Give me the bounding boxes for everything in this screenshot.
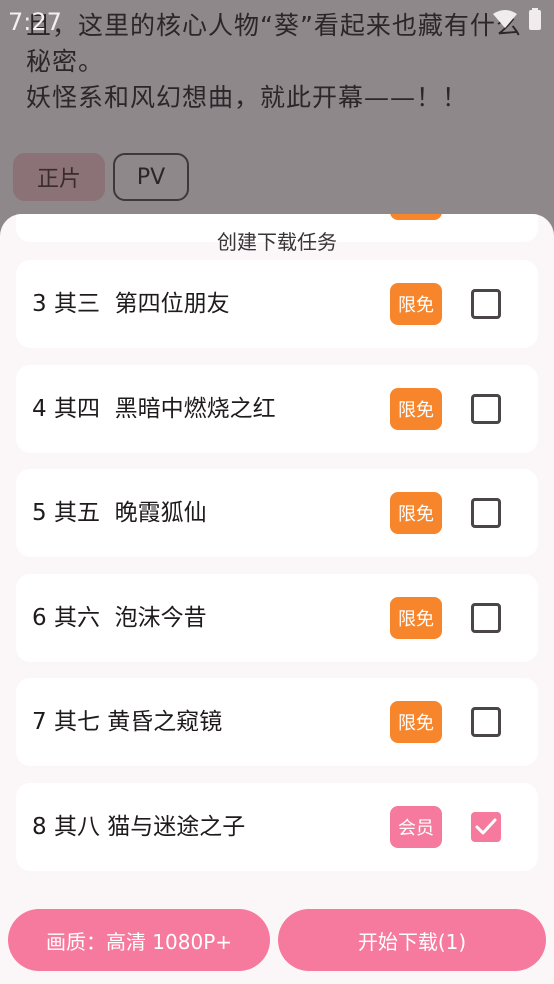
synopsis-line: 秘密。	[26, 47, 105, 76]
limited-free-badge: 限免	[390, 283, 442, 325]
battery-icon	[529, 8, 541, 30]
vip-badge: 会员	[390, 806, 442, 848]
episode-card[interactable]: 5 其五 晚霞狐仙 限免	[16, 469, 538, 557]
episode-checkbox[interactable]	[471, 498, 501, 528]
status-icons	[492, 8, 542, 30]
synopsis-line: 妖怪系和风幻想曲，就此开幕——！！	[26, 83, 469, 112]
status-time: 7:27	[8, 8, 62, 36]
download-sheet: 创建下载任务 3 其三 第四位朋友 限免 4 其四 黑暗中燃烧之红 限免 5 其…	[0, 214, 554, 984]
episode-checkbox[interactable]	[471, 707, 501, 737]
tab-pv[interactable]: PV	[113, 153, 189, 201]
limited-free-badge: 限免	[390, 597, 442, 639]
limited-free-badge: 限免	[390, 492, 442, 534]
quality-button[interactable]: 画质：高清 1080P+	[8, 909, 270, 971]
start-download-button[interactable]: 开始下载(1)	[278, 909, 546, 971]
episode-checkbox[interactable]	[471, 394, 501, 424]
wifi-icon	[493, 10, 517, 28]
episode-card[interactable]: 4 其四 黑暗中燃烧之红 限免	[16, 365, 538, 453]
episode-checkbox-checked[interactable]	[471, 812, 501, 842]
limited-free-badge: 限免	[390, 701, 442, 743]
status-bar: 7:27	[0, 0, 554, 40]
tab-main-feature[interactable]: 正片	[13, 153, 105, 201]
episode-title: 8 其八 猫与迷途之子	[32, 814, 246, 840]
episode-card[interactable]: 8 其八 猫与迷途之子 会员	[16, 783, 538, 871]
episode-title: 5 其五 晚霞狐仙	[32, 500, 207, 526]
episode-checkbox[interactable]	[471, 289, 501, 319]
episode-badge-partial	[390, 214, 442, 220]
episode-title: 7 其七 黄昏之窥镜	[32, 709, 223, 735]
sheet-title: 创建下载任务	[217, 230, 337, 254]
episode-title: 3 其三 第四位朋友	[32, 291, 230, 317]
episode-card[interactable]: 3 其三 第四位朋友 限免	[16, 260, 538, 348]
episode-title: 4 其四 黑暗中燃烧之红	[32, 396, 276, 422]
checkmark-icon	[475, 818, 497, 835]
episode-card[interactable]: 7 其七 黄昏之窥镜 限免	[16, 678, 538, 766]
episode-card[interactable]: 6 其六 泡沫今昔 限免	[16, 574, 538, 662]
episode-checkbox[interactable]	[471, 603, 501, 633]
limited-free-badge: 限免	[390, 388, 442, 430]
episode-title: 6 其六 泡沫今昔	[32, 605, 207, 631]
